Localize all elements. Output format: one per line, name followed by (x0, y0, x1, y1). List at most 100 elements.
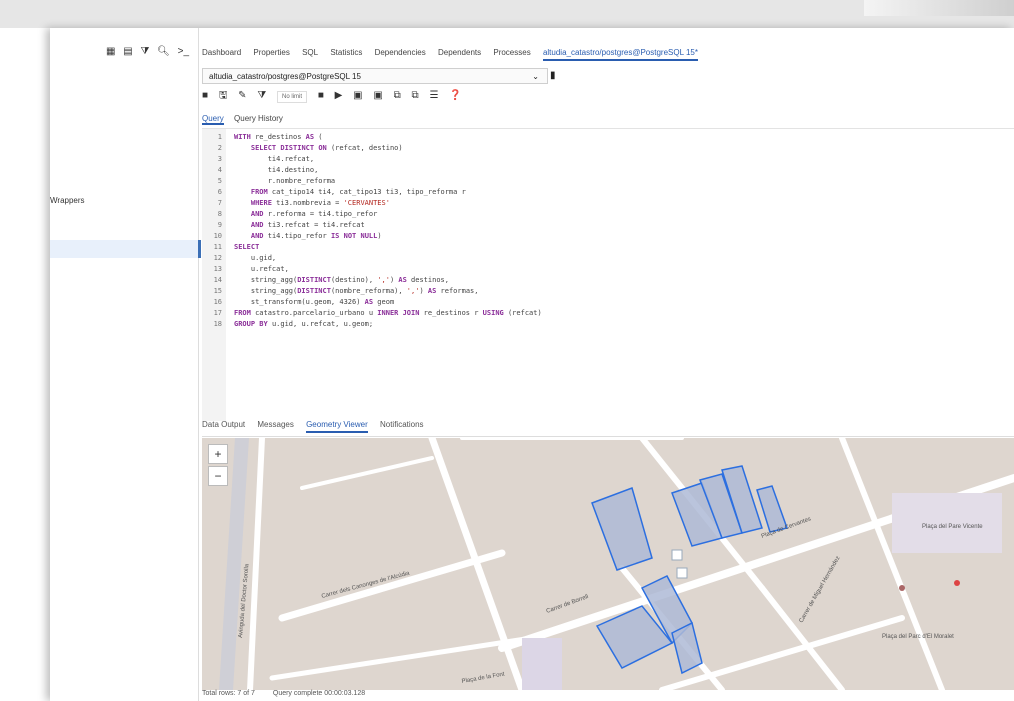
line-number: 18 (213, 320, 222, 328)
status-time: Query complete 00:00:03.128 (272, 690, 366, 697)
tab-dependents[interactable]: Dependents (438, 48, 481, 57)
tab-properties[interactable]: Properties (253, 48, 289, 57)
line-number: 17 (213, 309, 222, 317)
map-label: Plaça del Pare Vicente (922, 524, 983, 530)
code-line[interactable]: 2 SELECT DISTINCT ON (refcat, destino) (202, 144, 403, 155)
line-number: 5 (217, 177, 222, 185)
tab-dashboard[interactable]: Dashboard (202, 48, 241, 57)
tab-messages[interactable]: Messages (257, 420, 293, 429)
tree-item-selected[interactable] (50, 240, 201, 258)
background-thumbnail (864, 0, 1014, 16)
code-line[interactable]: 14 string_agg(DISTINCT(destino), ',') AS… (202, 276, 449, 287)
result-tabs: Data Output Messages Geometry Viewer Not… (202, 420, 1014, 437)
tab-statistics[interactable]: Statistics (330, 48, 362, 57)
code-line[interactable]: 5 r.nombre_reforma (202, 177, 335, 188)
table-icon[interactable]: ▤ (123, 46, 132, 57)
code-line[interactable]: 12 u.gid, (202, 254, 277, 265)
search-icon[interactable]: 🔍︎ (157, 46, 170, 57)
code-text: u.refcat, (234, 265, 289, 273)
line-number: 10 (213, 232, 222, 240)
tab-dependencies[interactable]: Dependencies (375, 48, 426, 57)
tab-data-output[interactable]: Data Output (202, 420, 245, 429)
code-text: FROM cat_tipo14 ti4, cat_tipo13 ti3, tip… (250, 188, 466, 196)
zoom-out-button[interactable]: − (208, 466, 228, 486)
code-line[interactable]: 10 AND ti4.tipo_refor IS NOT NULL) (202, 232, 382, 243)
code-text: WITH re_destinos AS ( (234, 133, 323, 141)
code-line[interactable]: 3 ti4.refcat, (202, 155, 314, 166)
line-number: 11 (213, 243, 222, 251)
code-text: WHERE ti3.nombrevia = 'CERVANTES' (250, 199, 390, 207)
code-line[interactable]: 4 ti4.destino, (202, 166, 319, 177)
code-line[interactable]: 9 AND ti3.refcat = ti4.refcat (202, 221, 365, 232)
filter-icon[interactable]: ⧩ (140, 46, 149, 57)
explain-icon[interactable]: ▣ (353, 90, 362, 101)
zoom-in-button[interactable]: + (208, 444, 228, 464)
tab-sql[interactable]: SQL (302, 48, 318, 57)
server-icon[interactable]: ▦ (106, 46, 115, 57)
line-number: 2 (217, 144, 222, 152)
code-text: string_agg(DISTINCT(destino), ',') AS de… (234, 276, 449, 284)
code-line[interactable]: 18 GROUP BY u.gid, u.refcat, u.geom; (202, 320, 374, 331)
explain-analyze-icon[interactable]: ▣ (373, 90, 382, 101)
code-line[interactable]: 11 SELECT (202, 243, 260, 254)
tab-query-history[interactable]: Query History (234, 114, 283, 123)
line-number: 6 (217, 188, 222, 196)
code-line[interactable]: 16 st_transform(u.geom, 4326) AS geom (202, 298, 395, 309)
map-label: Plaça del Parc d'El Moralet (882, 634, 954, 640)
macros-icon[interactable]: ☰ (429, 90, 438, 101)
query-toolbar: ■ 🖫 ✎ ⧩ No limit ■ ▶ ▣ ▣ ⧉ ⧉ ☰ ❓ (202, 88, 470, 106)
limit-select[interactable]: No limit (277, 91, 308, 103)
line-number: 3 (217, 155, 222, 163)
code-text: AND r.reforma = ti4.tipo_refor (250, 210, 378, 218)
chevron-down-icon: ⌄ (532, 72, 539, 81)
pgadmin-window: ▦ ▤ ⧩ 🔍︎ >_ Wrappers Dashboard Propertie… (50, 28, 1014, 701)
tab-query-tool[interactable]: altudia_catastro/postgres@PostgreSQL 15* (542, 48, 698, 61)
map-canvas: Carrer dels Canonges de l'Alcúdia Carrer… (202, 438, 1014, 690)
connection-select[interactable]: altudia_catastro/postgres@PostgreSQL 15 … (202, 68, 548, 84)
code-line[interactable]: 17 FROM catastro.parcelario_urbano u INNE… (202, 309, 542, 320)
commit-icon[interactable]: ⧉ (394, 90, 401, 101)
line-number: 13 (213, 265, 222, 273)
tree-item-wrappers[interactable]: Wrappers (50, 196, 85, 205)
open-file-icon[interactable]: ■ (202, 90, 208, 101)
code-line[interactable]: 8 AND r.reforma = ti4.tipo_refor (202, 210, 378, 221)
browser-tree: ▦ ▤ ⧩ 🔍︎ >_ Wrappers (50, 28, 201, 701)
code-text: FROM catastro.parcelario_urbano u INNER … (234, 309, 542, 317)
line-number: 9 (217, 221, 222, 229)
filter-icon[interactable]: ⧩ (257, 90, 266, 101)
line-number: 1 (217, 133, 222, 141)
tab-geometry-viewer[interactable]: Geometry Viewer (306, 420, 368, 433)
connection-value: altudia_catastro/postgres@PostgreSQL 15 (209, 72, 361, 81)
zoom-controls: + − (208, 444, 228, 488)
code-text: SELECT (234, 243, 260, 251)
code-line[interactable]: 13 u.refcat, (202, 265, 289, 276)
tab-processes[interactable]: Processes (493, 48, 530, 57)
code-text: string_agg(DISTINCT(nombre_reforma), ','… (234, 287, 479, 295)
database-icon[interactable]: ▮ (550, 70, 556, 81)
code-text: SELECT DISTINCT ON (refcat, destino) (250, 144, 403, 152)
code-line[interactable]: 15 string_agg(DISTINCT(nombre_reforma), … (202, 287, 479, 298)
code-line[interactable]: 6 FROM cat_tipo14 ti4, cat_tipo13 ti3, t… (202, 188, 466, 199)
code-line[interactable]: 7 WHERE ti3.nombrevia = 'CERVANTES' (202, 199, 390, 210)
execute-icon[interactable]: ▶ (335, 90, 343, 101)
status-rows: Total rows: 7 of 7 (202, 690, 255, 697)
code-text: ti4.destino, (234, 166, 319, 174)
code-text: r.nombre_reforma (234, 177, 336, 185)
rollback-icon[interactable]: ⧉ (412, 90, 419, 101)
tab-query[interactable]: Query (202, 114, 224, 125)
sql-editor[interactable]: 1 WITH re_destinos AS ( 2 SELECT DISTINCT … (202, 128, 1014, 421)
tree-toolbar: ▦ ▤ ⧩ 🔍︎ >_ (106, 46, 194, 57)
code-text: AND ti3.refcat = ti4.refcat (250, 221, 365, 229)
code-text: ti4.refcat, (234, 155, 315, 163)
geometry-map[interactable]: Carrer dels Canonges de l'Alcúdia Carrer… (202, 438, 1014, 690)
line-number: 8 (217, 210, 222, 218)
code-line[interactable]: 1 WITH re_destinos AS ( (202, 133, 323, 144)
edit-icon[interactable]: ✎ (238, 90, 246, 101)
main-tabs: Dashboard Properties SQL Statistics Depe… (202, 48, 708, 64)
help-icon[interactable]: ❓ (449, 90, 461, 101)
query-subtabs: Query Query History (202, 114, 291, 125)
stop-icon[interactable]: ■ (318, 90, 324, 101)
terminal-icon[interactable]: >_ (178, 46, 189, 57)
save-icon[interactable]: 🖫 (219, 88, 228, 105)
tab-notifications[interactable]: Notifications (380, 420, 424, 429)
